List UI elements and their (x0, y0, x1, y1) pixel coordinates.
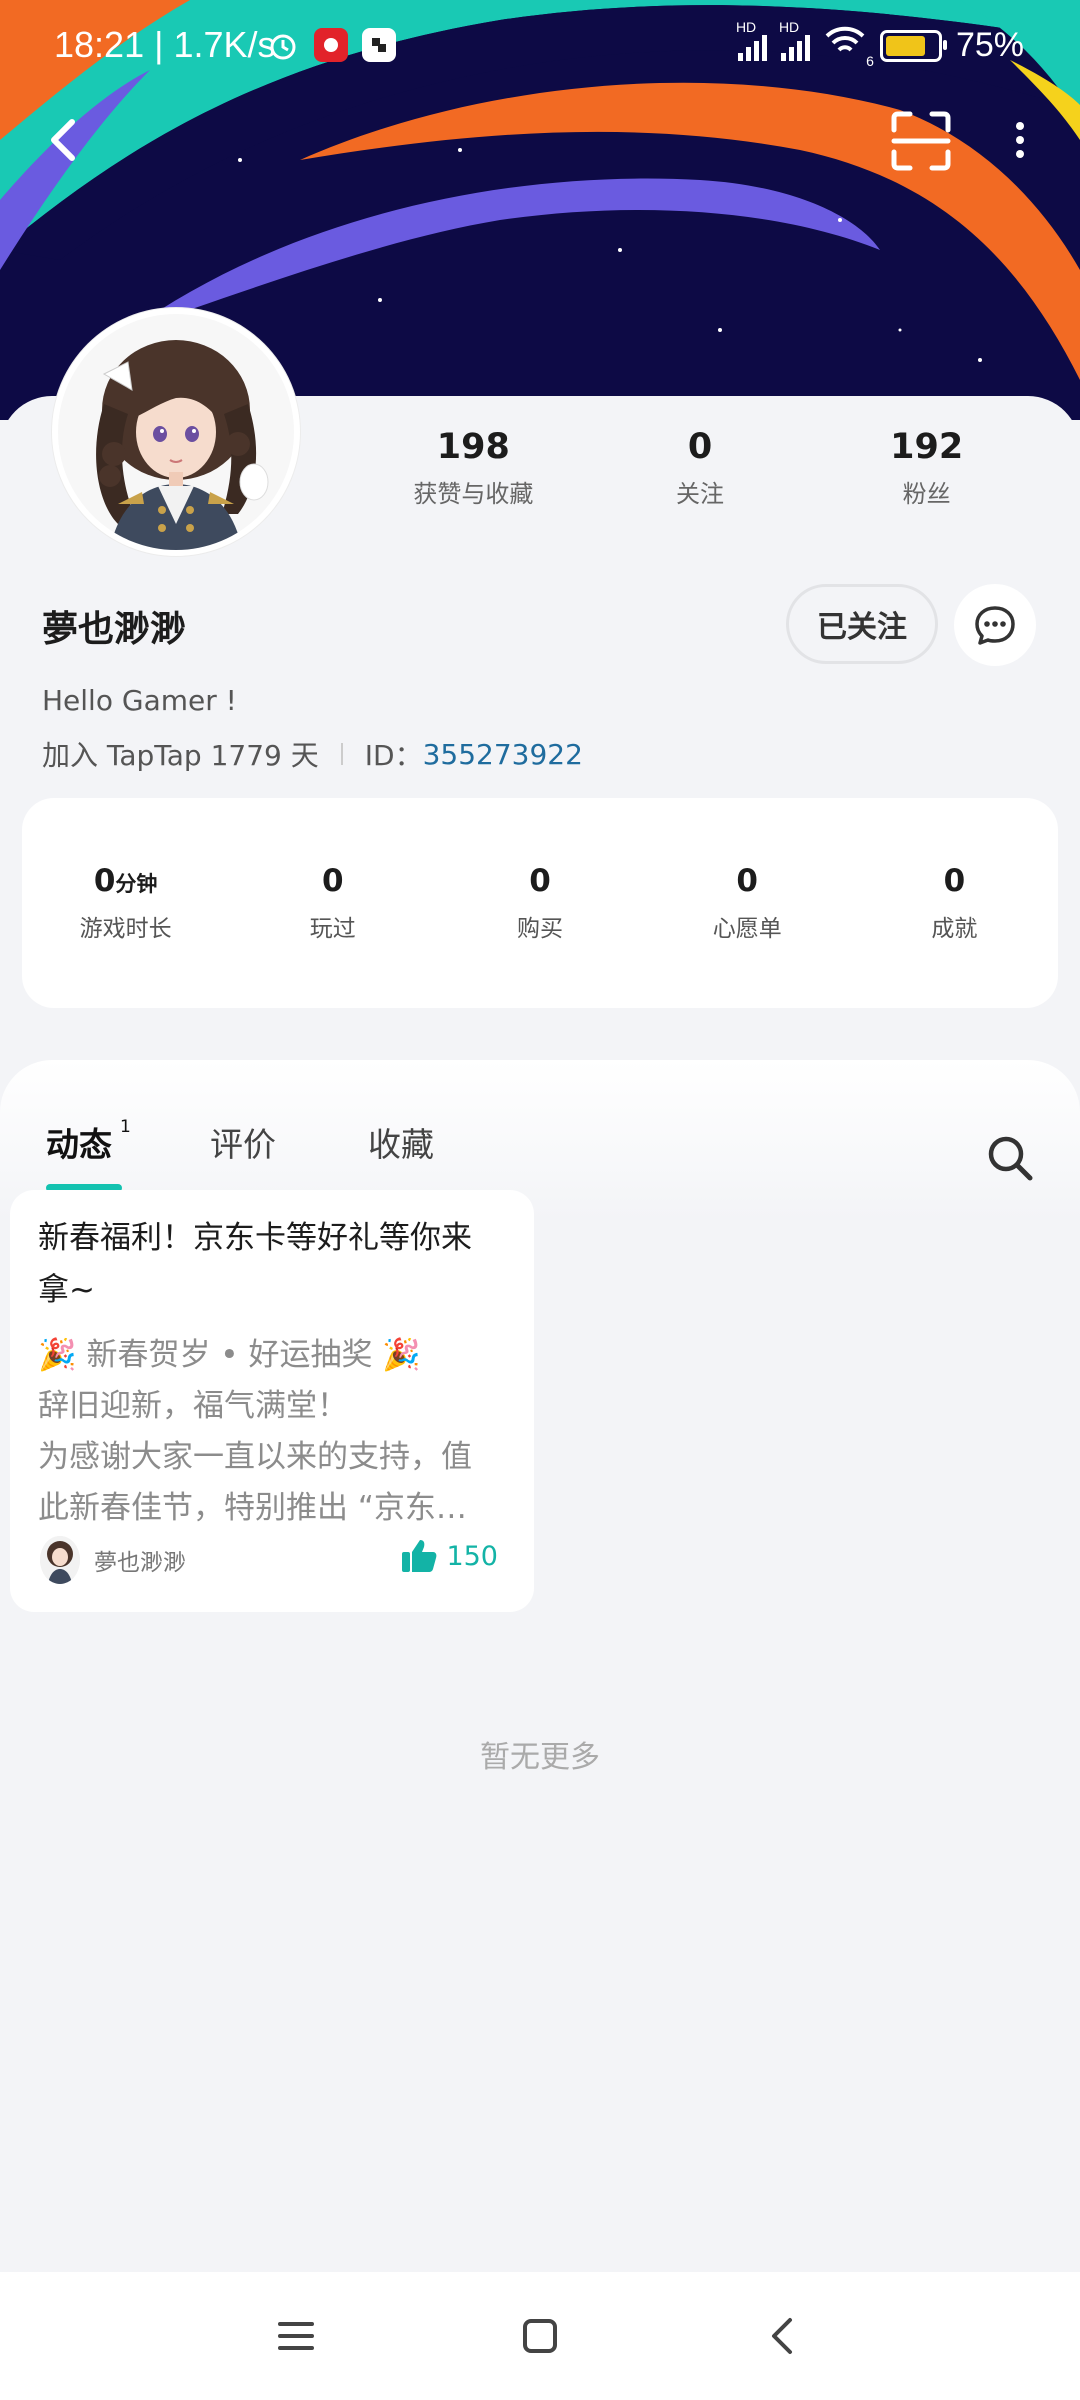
feed-section: 动态 1 评价 收藏 新春福利！京东卡等好礼等你来 拿~ 🎉 新春贺岁 • 好运抽… (0, 1060, 1080, 2270)
shopping-app-icon (314, 28, 348, 62)
like-count: 150 (446, 1540, 498, 1572)
like-button[interactable]: 150 (400, 1538, 498, 1574)
thumbs-up-icon (402, 1540, 437, 1572)
bio-text: Hello Gamer ! (42, 684, 237, 717)
post-body-line: 此新春佳节，特别推出 “京东… (38, 1490, 467, 1526)
back-triangle-icon (772, 2318, 792, 2354)
no-more-text: 暂无更多 (480, 1740, 600, 1775)
home-button[interactable] (516, 2312, 564, 2360)
signal-1-icon: HD (736, 19, 767, 61)
status-time: 18:21 | 1.7K/s (54, 24, 276, 65)
chevron-left-icon (51, 119, 75, 161)
gamestat-label: 成就 (931, 916, 978, 942)
profile-stats: 198 获赞与收藏 0 关注 192 粉丝 (360, 424, 1040, 509)
scan-button[interactable] (888, 108, 954, 174)
gamestat-purchased[interactable]: 0 购买 (436, 863, 643, 943)
avatar-image (58, 314, 294, 550)
avatar[interactable] (52, 308, 300, 556)
status-right: HD HD 6 75% (736, 19, 1024, 70)
joined-days: 加入 TapTap 1779 天 (42, 739, 319, 772)
id-label: ID： (364, 739, 423, 772)
gamestat-value: 0 (93, 863, 116, 899)
gamestat-value: 0 (943, 863, 966, 899)
battery-percent: 75% (955, 26, 1024, 64)
game-stats-card: 0分钟 游戏时长 0 玩过 0 购买 0 心愿单 0 成就 (22, 798, 1058, 1008)
stat-label: 粉丝 (902, 480, 951, 508)
following-button[interactable]: 已关注 (786, 584, 938, 664)
network-speed: 1.7K/s (173, 24, 276, 65)
hd-label-1: HD (735, 18, 757, 35)
battery-icon (879, 29, 947, 62)
post-body-line: 辞旧迎新，福气满堂！ (38, 1388, 348, 1424)
gamestat-unit: 分钟 (115, 872, 158, 896)
tab-label: 评价 (210, 1125, 276, 1164)
tab-label: 收藏 (368, 1125, 434, 1164)
gamestat-playtime[interactable]: 0分钟 游戏时长 (22, 863, 229, 943)
post-author[interactable]: 夢也渺渺 (40, 1536, 186, 1584)
app-notification-icon (362, 28, 396, 62)
gamestat-wishlist[interactable]: 0 心愿单 (644, 863, 851, 943)
stat-followers[interactable]: 192 粉丝 (813, 424, 1040, 509)
recent-apps-button[interactable] (272, 2312, 320, 2360)
tab-badge: 1 (120, 1117, 131, 1137)
search-button[interactable] (984, 1132, 1036, 1184)
more-vertical-icon (1016, 122, 1024, 158)
stat-value: 198 (436, 427, 510, 467)
author-avatar (40, 1536, 80, 1584)
profile-meta: 加入 TapTap 1779 天 ID： 355273922 (42, 734, 583, 774)
square-home-icon (523, 2319, 557, 2353)
post-body-line: 为感谢大家一直以来的支持，值 (38, 1439, 472, 1475)
stat-value: 192 (890, 427, 964, 467)
gamestat-played[interactable]: 0 玩过 (229, 863, 436, 943)
search-icon (988, 1136, 1033, 1181)
post-body-line: 🎉 新春贺岁 • 好运抽奖 🎉 (38, 1337, 421, 1373)
tab-bar: 动态 1 评价 收藏 (0, 1094, 1080, 1192)
more-button[interactable] (1000, 110, 1040, 170)
meta-divider (340, 743, 343, 765)
gamestat-value: 0 (736, 863, 758, 899)
tab-reviews[interactable]: 评价 (210, 1118, 276, 1166)
signal-2-icon: HD (779, 19, 810, 61)
post-card[interactable]: 新春福利！京东卡等好礼等你来 拿~ 🎉 新春贺岁 • 好运抽奖 🎉 辞旧迎新，福… (10, 1190, 534, 1612)
back-button[interactable] (40, 110, 90, 170)
gamestat-value: 0 (322, 863, 344, 899)
notification-icons (266, 28, 396, 62)
username: 夢也渺渺 (42, 609, 187, 650)
stat-label: 关注 (676, 480, 724, 508)
stat-following[interactable]: 0 关注 (587, 424, 814, 509)
gamestat-label: 游戏时长 (79, 916, 172, 942)
post-title: 新春福利！京东卡等好礼等你来 拿~ (38, 1212, 528, 1316)
tab-label: 动态 (46, 1125, 112, 1164)
author-name: 夢也渺渺 (94, 1550, 186, 1576)
post-body: 🎉 新春贺岁 • 好运抽奖 🎉 辞旧迎新，福气满堂！ 为感谢大家一直以来的支持，… (38, 1330, 528, 1534)
alarm-icon (266, 28, 300, 62)
gamestat-label: 购买 (517, 916, 563, 942)
tab-moments[interactable]: 动态 1 (46, 1117, 131, 1166)
user-id[interactable]: 355273922 (423, 738, 583, 771)
system-navigation-bar (0, 2272, 1080, 2400)
gamestat-value: 0 (529, 863, 551, 899)
gamestat-label: 玩过 (309, 916, 356, 942)
menu-icon (278, 2322, 314, 2350)
scan-icon (891, 111, 951, 171)
chat-bubble-icon (975, 606, 1015, 645)
stat-value: 0 (687, 427, 713, 467)
gamestat-achievements[interactable]: 0 成就 (851, 863, 1058, 943)
stat-likes-favorites[interactable]: 198 获赞与收藏 (360, 424, 587, 509)
wifi-icon: 6 (824, 24, 874, 69)
message-button[interactable] (954, 584, 1036, 666)
gamestat-label: 心愿单 (712, 916, 782, 942)
status-bar: 18:21 | 1.7K/s HD HD 6 75% (0, 0, 1080, 96)
post-title-line: 拿~ (38, 1272, 95, 1308)
wifi-badge: 6 (866, 53, 874, 69)
system-back-button[interactable] (760, 2312, 808, 2360)
stat-label: 获赞与收藏 (413, 480, 534, 508)
post-title-line: 新春福利！京东卡等好礼等你来 (38, 1220, 472, 1256)
clock-text: 18:21 (54, 24, 145, 65)
tab-favorites[interactable]: 收藏 (368, 1118, 434, 1166)
hd-label-2: HD (778, 18, 800, 35)
